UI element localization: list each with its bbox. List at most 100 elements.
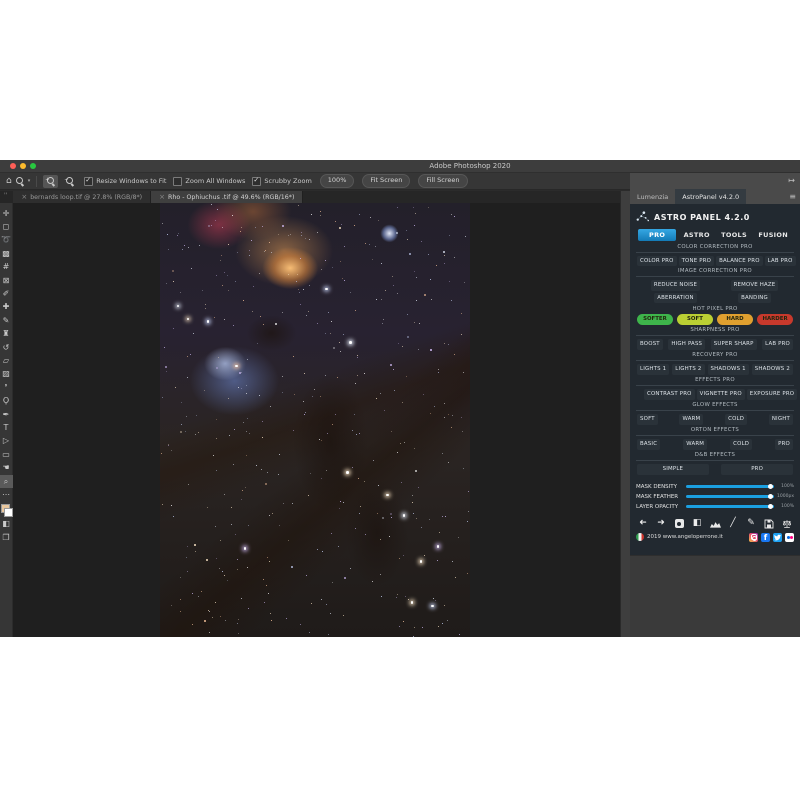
glow-night-button[interactable]: NIGHT [769, 414, 793, 424]
background-color-swatch[interactable] [4, 508, 13, 517]
lasso-tool-icon[interactable]: ➰ [0, 234, 13, 247]
save-icon[interactable] [763, 518, 775, 530]
screen-mode-icon[interactable]: ❐ [0, 531, 13, 544]
twitter-icon[interactable] [773, 533, 782, 542]
blur-tool-icon[interactable]: ❜ [0, 381, 13, 394]
banding-button[interactable]: BANDING [738, 293, 771, 303]
color-pro-button[interactable]: COLOR PRO [637, 256, 677, 266]
histogram-icon[interactable] [709, 518, 721, 530]
color-swatches[interactable] [0, 504, 13, 518]
hand-tool-icon[interactable]: ☚ [0, 461, 13, 474]
zoom-percent-button[interactable]: 100% [320, 174, 355, 187]
brush-tool-icon[interactable]: ✎ [0, 314, 13, 327]
flickr-icon[interactable] [785, 533, 794, 542]
close-window-button[interactable] [10, 163, 16, 169]
lab-pro-sharp-button[interactable]: LAB PRO [762, 339, 793, 349]
eraser-tool-icon[interactable]: ▱ [0, 354, 13, 367]
soft-button[interactable]: SOFT [677, 314, 713, 325]
quick-mask-icon[interactable]: ◧ [0, 518, 13, 531]
facebook-icon[interactable]: f [761, 533, 770, 542]
contrast-pro-button[interactable]: CONTRAST PRO [644, 389, 695, 399]
collapse-panels-icon[interactable]: ↦ [788, 177, 795, 185]
glow-soft-button[interactable]: SOFT [637, 414, 658, 424]
dnb-simple-button[interactable]: SIMPLE [637, 464, 709, 474]
type-tool-icon[interactable]: T [0, 421, 13, 434]
slider-track[interactable] [686, 505, 774, 508]
scrubby-zoom-checkbox[interactable]: Scrubby Zoom [252, 177, 311, 186]
panel-tab-astropanel[interactable]: AstroPanel v4.2.0 [675, 189, 746, 204]
panel-tab-lumenzia[interactable]: Lumenzia [630, 189, 675, 204]
lights-2-button[interactable]: LIGHTS 2 [672, 364, 704, 374]
dnb-pro-button[interactable]: PRO [721, 464, 793, 474]
vignette-pro-button[interactable]: VIGNETTE PRO [697, 389, 745, 399]
shadows-2-button[interactable]: SHADOWS 2 [752, 364, 793, 374]
frame-tool-icon[interactable]: ⊠ [0, 274, 13, 287]
healing-brush-tool-icon[interactable]: ✚ [0, 301, 13, 314]
tab-fusion[interactable]: FUSION [754, 229, 792, 241]
aberration-button[interactable]: ABERRATION [654, 293, 697, 303]
reduce-noise-button[interactable]: REDUCE NOISE [651, 280, 700, 290]
lights-1-button[interactable]: LIGHTS 1 [637, 364, 669, 374]
exposure-pro-button[interactable]: EXPOSURE PRO [747, 389, 797, 399]
more-tools-icon[interactable]: ⋯ [0, 488, 13, 501]
pen-icon[interactable]: ✎ [745, 518, 757, 530]
mask-feather-slider[interactable]: MASK FEATHER 1000px [636, 492, 794, 502]
slider-thumb[interactable] [768, 494, 773, 499]
dodge-tool-icon[interactable]: Ϙ [0, 394, 13, 407]
pen-tool-icon[interactable]: ✒ [0, 408, 13, 421]
slider-thumb[interactable] [768, 504, 773, 509]
resize-windows-checkbox[interactable]: Resize Windows to Fit [84, 177, 166, 186]
zoom-tool-icon[interactable]: ⌕ [0, 475, 13, 488]
tab-tools[interactable]: TOOLS [717, 229, 751, 241]
scale-icon[interactable] [781, 518, 793, 530]
home-icon[interactable]: ⌂ [6, 177, 12, 186]
glow-cold-button[interactable]: COLD [725, 414, 747, 424]
levels-icon[interactable]: ◧ [691, 518, 703, 530]
document-tab-rho-ophiuchus[interactable]: × Rho - Ophiuchus .tif @ 49.6% (RGB/16*) [151, 191, 303, 203]
astro-image[interactable] [160, 203, 470, 637]
gradient-tool-icon[interactable]: ▨ [0, 368, 13, 381]
fit-screen-button[interactable]: Fit Screen [362, 174, 410, 187]
hard-button[interactable]: HARD [717, 314, 753, 325]
document-tab-bernards-loop[interactable]: × bernards loop.tif @ 27.8% (RGB/8*) [13, 191, 151, 203]
orton-warm-button[interactable]: WARM [683, 439, 707, 449]
shadows-1-button[interactable]: SHADOWS 1 [708, 364, 749, 374]
zoom-out-button[interactable]: − [62, 175, 77, 188]
mask-icon[interactable] [673, 518, 685, 530]
crop-tool-icon[interactable]: # [0, 261, 13, 274]
balance-pro-button[interactable]: BALANCE PRO [716, 256, 763, 266]
super-sharp-button[interactable]: SUPER SHARP [711, 339, 757, 349]
close-icon[interactable]: × [21, 193, 27, 201]
layer-opacity-slider[interactable]: LAYER OPACITY 100% [636, 502, 794, 512]
orton-pro-button[interactable]: PRO [775, 439, 793, 449]
glow-warm-button[interactable]: WARM [679, 414, 703, 424]
shape-tool-icon[interactable]: ▭ [0, 448, 13, 461]
harder-button[interactable]: HARDER [757, 314, 793, 325]
boost-button[interactable]: BOOST [637, 339, 663, 349]
softer-button[interactable]: SOFTER [637, 314, 673, 325]
zoom-tool-icon[interactable] [16, 177, 24, 185]
brush-icon[interactable]: ╱ [727, 518, 739, 530]
zoom-all-windows-checkbox[interactable]: Zoom All Windows [173, 177, 245, 186]
fill-screen-button[interactable]: Fill Screen [418, 174, 467, 187]
eyedropper-tool-icon[interactable]: ✐ [0, 287, 13, 300]
lab-pro-button[interactable]: LAB PRO [765, 256, 796, 266]
panel-menu-icon[interactable]: ≡ [789, 192, 800, 201]
high-pass-button[interactable]: HIGH PASS [668, 339, 705, 349]
fullscreen-window-button[interactable] [30, 163, 36, 169]
slider-track[interactable] [686, 495, 774, 498]
slider-track[interactable] [686, 485, 774, 488]
object-selection-tool-icon[interactable]: ▩ [0, 247, 13, 260]
tab-astro[interactable]: ASTRO [680, 229, 714, 241]
history-brush-tool-icon[interactable]: ↺ [0, 341, 13, 354]
redo-icon[interactable]: ➜ [655, 518, 667, 530]
marquee-tool-icon[interactable]: ◻ [0, 220, 13, 233]
path-selection-tool-icon[interactable]: ▷ [0, 435, 13, 448]
remove-haze-button[interactable]: REMOVE HAZE [731, 280, 779, 290]
move-tool-icon[interactable]: ✛ [0, 207, 13, 220]
orton-basic-button[interactable]: BASIC [637, 439, 660, 449]
undo-icon[interactable]: ➜ [637, 518, 649, 530]
tone-pro-button[interactable]: TONE PRO [679, 256, 715, 266]
clone-stamp-tool-icon[interactable]: ♜ [0, 328, 13, 341]
zoom-in-button[interactable]: + [43, 175, 58, 188]
